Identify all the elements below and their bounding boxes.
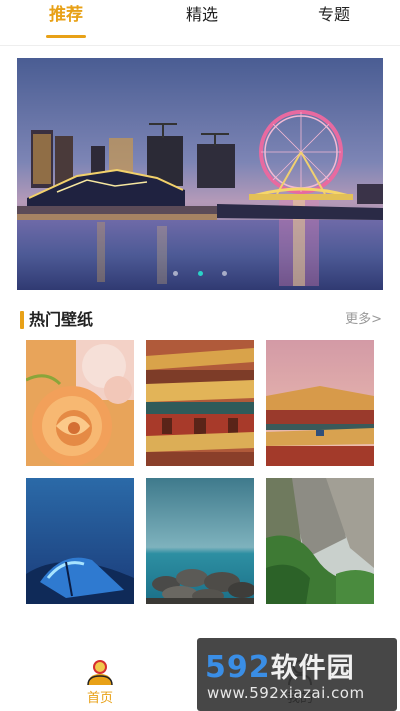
more-link[interactable]: 更多>	[345, 311, 382, 329]
wallpaper-thumb-peach-rose[interactable]	[26, 340, 134, 466]
carousel-dot[interactable]	[173, 271, 179, 276]
tab-recommend[interactable]: 推荐	[36, 4, 96, 40]
watermark-url: www.592xiazai.com	[207, 684, 365, 702]
top-tab-bar: 推荐 精选 专题	[0, 0, 400, 46]
section-header: 热门壁纸 更多>	[20, 309, 382, 333]
wallpaper-thumb-forbidden-city[interactable]	[146, 340, 254, 466]
user-icon	[87, 660, 113, 686]
tab-recommend-label: 推荐	[49, 5, 83, 25]
banner-carousel[interactable]	[17, 58, 383, 290]
carousel-dots	[17, 261, 383, 280]
section-title: 热门壁纸	[29, 310, 94, 329]
tab-featured-label: 精选	[185, 5, 218, 24]
section-accent-bar	[20, 311, 24, 329]
watermark-logo: 592软件园	[205, 646, 355, 685]
wallpaper-thumb-blue-tent[interactable]	[26, 478, 134, 604]
wallpaper-thumb-mountain[interactable]	[266, 478, 374, 604]
watermark-logo-number: 592	[205, 650, 271, 685]
carousel-dot-active[interactable]	[197, 271, 203, 276]
banner-image	[17, 58, 383, 290]
tab-topics-label: 专题	[317, 5, 350, 24]
carousel-dot[interactable]	[221, 271, 227, 276]
wallpaper-thumb-palace-sunset[interactable]	[266, 340, 374, 466]
tab-featured[interactable]: 精选	[172, 4, 232, 40]
nav-home[interactable]: 首页	[60, 658, 140, 708]
watermark: 592软件园 www.592xiazai.com	[197, 638, 397, 711]
wallpaper-thumb-sea-rocks[interactable]	[146, 478, 254, 604]
tab-topics[interactable]: 专题	[304, 4, 364, 40]
watermark-logo-text: 软件园	[270, 653, 355, 684]
tab-active-indicator	[46, 35, 86, 38]
nav-home-label: 首页	[86, 691, 113, 706]
